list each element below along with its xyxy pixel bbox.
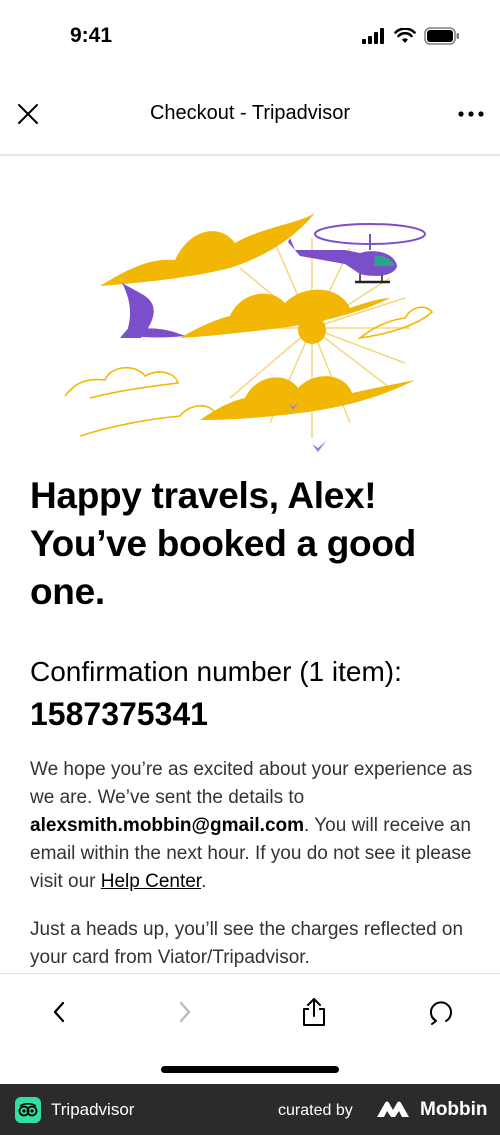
cloud-shape <box>100 213 315 286</box>
headline-line: one. <box>30 571 105 612</box>
battery-icon <box>424 27 459 45</box>
back-button[interactable] <box>41 994 77 1030</box>
headline-line: Happy travels, Alex! <box>30 475 377 516</box>
cloud-shape <box>79 405 251 437</box>
more-icon <box>458 111 484 117</box>
headline-line: You’ve booked a good <box>30 523 416 564</box>
footer-bar: Tripadvisor curated by Mobbin <box>0 1084 500 1135</box>
page-title: Checkout - Tripadvisor <box>149 102 351 124</box>
chevron-left-icon <box>53 1001 65 1023</box>
cloud-shape <box>180 289 390 338</box>
confirmation-label: Confirmation number (1 item): <box>30 656 402 687</box>
mobbin-logo-icon <box>377 1101 409 1117</box>
cloud-shape <box>357 306 434 340</box>
status-icons <box>362 27 460 45</box>
main-content: Happy travels, Alex! You’ve booked a goo… <box>0 158 500 973</box>
message-text: . <box>201 871 207 892</box>
reload-button[interactable] <box>423 994 459 1030</box>
bird-shape <box>120 283 185 338</box>
footer-brand: Tripadvisor <box>51 1100 135 1119</box>
more-button[interactable] <box>456 104 486 124</box>
success-headline: Happy travels, Alex! You’ve booked a goo… <box>30 472 470 616</box>
charges-notice: Just a heads up, you’ll see the charges … <box>30 919 464 968</box>
mobbin-label: Mobbin <box>420 1099 488 1120</box>
chevron-right-icon <box>179 1001 191 1023</box>
curated-by-label: curated by <box>278 1102 353 1119</box>
small-bird-shape <box>312 441 326 452</box>
cloud-shape <box>64 367 180 399</box>
signal-icon <box>362 28 384 44</box>
home-indicator <box>161 1066 339 1073</box>
travel-illustration <box>64 213 434 452</box>
nav-header: Checkout - Tripadvisor <box>0 76 500 156</box>
confirmation-number: 1587375341 <box>30 696 208 732</box>
message-text: We hope you’re as excited about your exp… <box>30 759 473 808</box>
browser-toolbar <box>0 973 500 1051</box>
status-bar: 9:41 <box>0 0 500 76</box>
helicopter-shape <box>288 223 426 284</box>
wifi-icon <box>394 28 416 43</box>
tripadvisor-logo <box>15 1097 41 1123</box>
share-icon <box>303 998 325 1026</box>
help-center-link[interactable]: Help Center <box>101 871 201 892</box>
confirmation-message: We hope you’re as excited about your exp… <box>30 756 475 896</box>
email-address: alexsmith.mobbin@gmail.com <box>30 815 305 836</box>
forward-button[interactable] <box>167 994 203 1030</box>
status-time: 9:41 <box>70 24 113 47</box>
reload-icon <box>430 1001 452 1025</box>
share-button[interactable] <box>296 994 332 1030</box>
owl-icon <box>18 1103 38 1117</box>
